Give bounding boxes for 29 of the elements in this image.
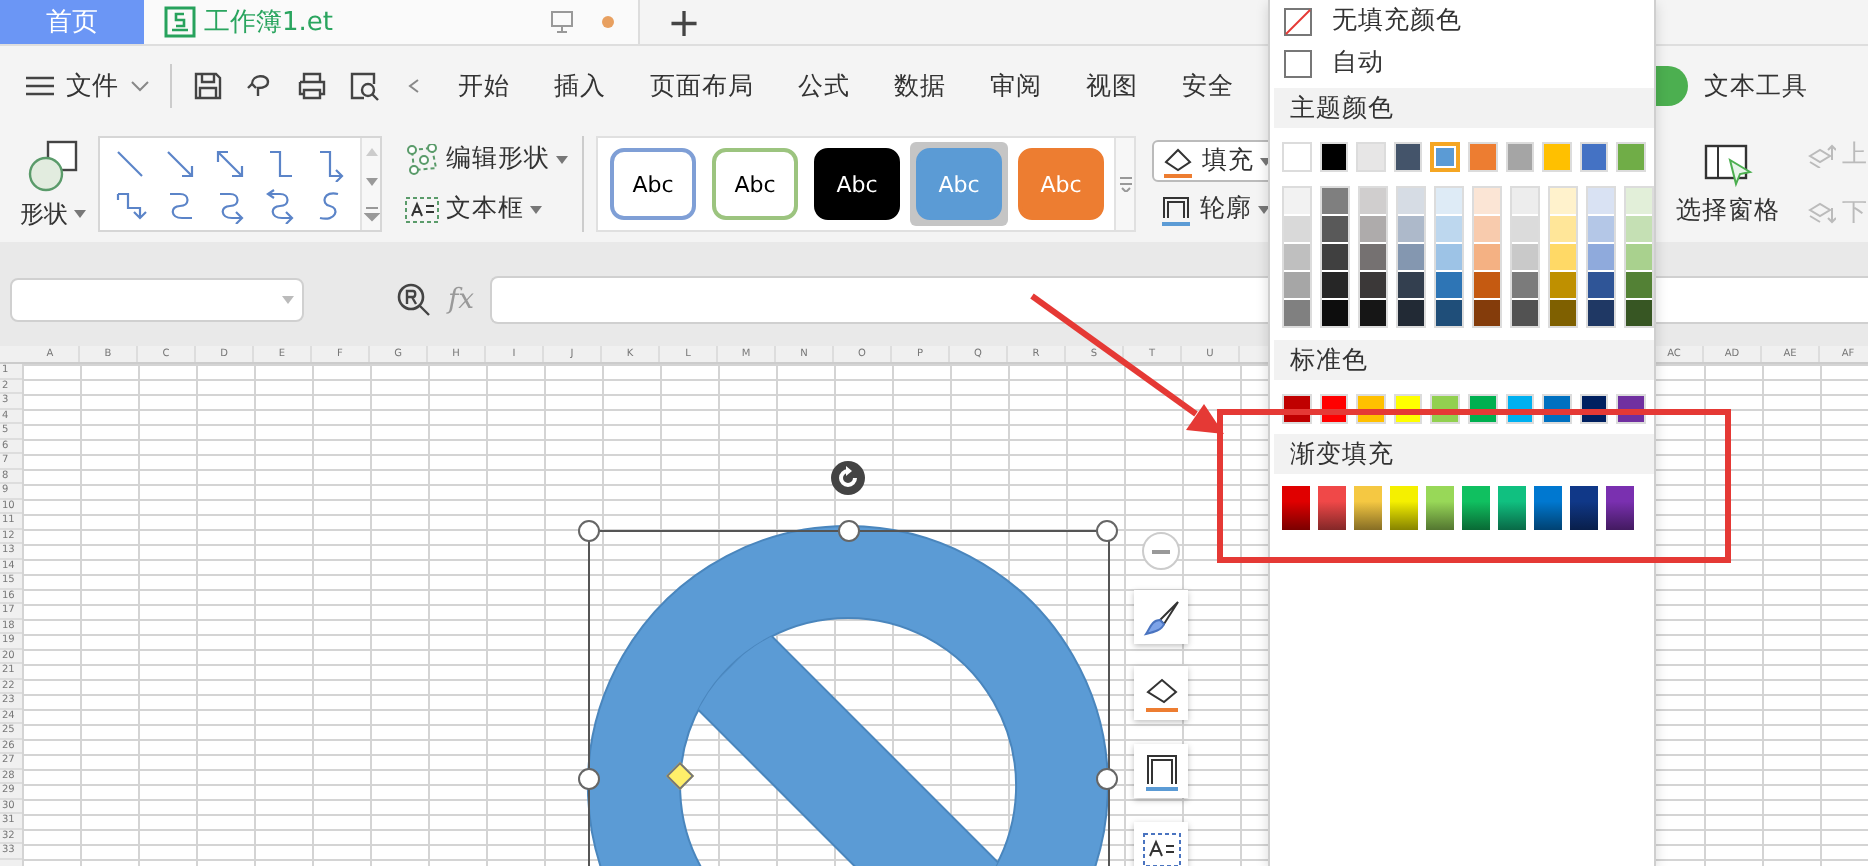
section-header: 主题颜色 — [1274, 88, 1654, 128]
new-tab-button[interactable]: + — [640, 0, 728, 44]
section-header: 渐变填充 — [1274, 434, 1654, 474]
ribbon-tab[interactable]: 插入 — [554, 69, 606, 103]
ribbon-tab[interactable]: 安全 — [1182, 69, 1234, 103]
workbook-tab[interactable]: 工作簿1.et — [144, 0, 640, 44]
ribbon-tab[interactable]: 页面布局 — [650, 69, 754, 103]
outline-button[interactable]: 轮廓 — [1152, 190, 1280, 228]
ribbon-tab[interactable]: 开始 — [458, 69, 510, 103]
shape-button[interactable]: 形状 — [20, 137, 86, 231]
no-fill-option[interactable]: 无填充颜色 — [1274, 0, 1654, 42]
shape-style-option[interactable]: Abc — [1018, 148, 1104, 220]
shape-style-option[interactable]: Abc — [610, 148, 696, 220]
ribbon-tab[interactable]: 视图 — [1086, 69, 1138, 103]
file-menu[interactable]: 文件 — [26, 68, 150, 104]
ribbon-tab[interactable]: 公式 — [798, 69, 850, 103]
ribbon-tab[interactable]: 审阅 — [990, 69, 1042, 103]
text-box-button[interactable]: 文本框 — [398, 190, 574, 228]
selection-pane-button[interactable]: 选择窗格 — [1676, 141, 1780, 227]
automatic-option[interactable]: 自动 — [1274, 42, 1654, 84]
ribbon-tab[interactable]: 文本工具 — [1704, 69, 1808, 103]
section-header: 标准色 — [1274, 340, 1654, 380]
shape-style-option[interactable]: Abc — [712, 148, 798, 220]
shape-style-option[interactable]: Abc — [814, 148, 900, 220]
shape-style-option[interactable]: Abc — [916, 148, 1002, 220]
function-label[interactable]: fx — [448, 284, 475, 316]
home-tab[interactable]: 首页 — [0, 0, 144, 44]
edit-shape-button[interactable]: 编辑形状 — [398, 140, 574, 178]
ribbon-tab[interactable]: 数据 — [894, 69, 946, 103]
